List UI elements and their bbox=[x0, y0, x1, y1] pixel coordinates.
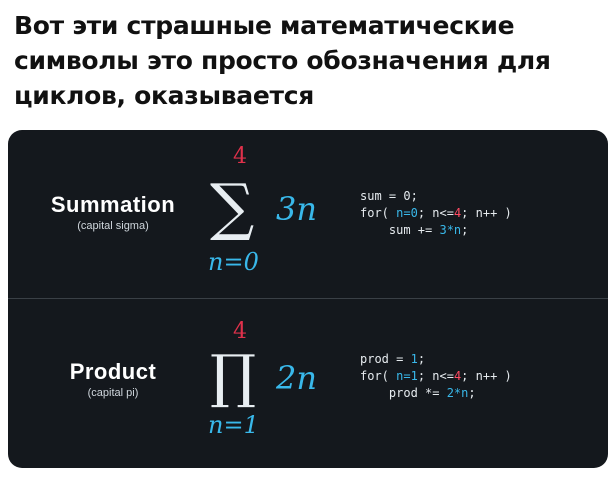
code-token: ; n<= bbox=[417, 369, 454, 383]
code-line: for( n=0; n<=4; n++ ) bbox=[360, 206, 512, 220]
product-upper-bound: 4 bbox=[233, 319, 247, 344]
code-token: ; n++ ) bbox=[461, 206, 512, 220]
code-line: for( n=1; n<=4; n++ ) bbox=[360, 369, 512, 383]
summation-term: 3n bbox=[276, 190, 317, 228]
code-token: ; bbox=[461, 223, 469, 237]
summation-title: Summation bbox=[50, 192, 176, 217]
code-token: 2*n bbox=[446, 386, 469, 400]
product-row: Product (capital pi) 4 ∏ 2n n=1 prod = 1… bbox=[8, 299, 608, 467]
code-token: ; n<= bbox=[417, 206, 454, 220]
math-loops-card: Summation (capital sigma) 4 ∑ 3n n=0 sum… bbox=[8, 130, 608, 468]
code-token: n=0 bbox=[396, 206, 418, 220]
sigma-symbol: ∑ bbox=[210, 170, 255, 243]
summation-label: Summation (capital sigma) bbox=[8, 192, 218, 232]
code-token: prod *= bbox=[360, 386, 447, 400]
product-code: prod = 1; for( n=1; n<=4; n++ ) prod *= … bbox=[360, 351, 512, 402]
product-lower-bound: n=1 bbox=[208, 411, 259, 439]
summation-subtitle: (capital sigma) bbox=[77, 220, 149, 232]
summation-code: sum = 0; for( n=0; n<=4; n++ ) sum += 3*… bbox=[360, 188, 512, 239]
pi-symbol: ∏ bbox=[210, 342, 257, 410]
code-token: ; bbox=[417, 352, 426, 366]
product-subtitle: (capital pi) bbox=[87, 387, 139, 399]
product-label: Product (capital pi) bbox=[8, 359, 218, 399]
product-term: 2n bbox=[276, 359, 317, 397]
code-token: ; bbox=[468, 386, 476, 400]
code-line: sum = 0; bbox=[360, 189, 418, 203]
code-token: 3*n bbox=[439, 223, 462, 237]
code-token: prod = bbox=[360, 352, 411, 366]
code-token: for( bbox=[360, 206, 397, 220]
code-token: for( bbox=[360, 369, 397, 383]
summation-lower-bound: n=0 bbox=[208, 248, 259, 276]
code-token: ; n++ ) bbox=[461, 369, 512, 383]
code-token: 1 bbox=[410, 352, 418, 366]
product-title: Product bbox=[69, 359, 157, 384]
code-line: sum += 3*n; bbox=[360, 223, 469, 237]
code-line: prod = 1; bbox=[360, 352, 425, 366]
summation-row: Summation (capital sigma) 4 ∑ 3n n=0 sum… bbox=[8, 130, 608, 298]
post-caption: Вот эти страшные математические символы … bbox=[14, 11, 551, 110]
summation-upper-bound: 4 bbox=[233, 144, 247, 169]
code-token: sum += bbox=[360, 223, 440, 237]
code-token: n=1 bbox=[396, 369, 418, 383]
code-line: prod *= 2*n; bbox=[360, 386, 476, 400]
